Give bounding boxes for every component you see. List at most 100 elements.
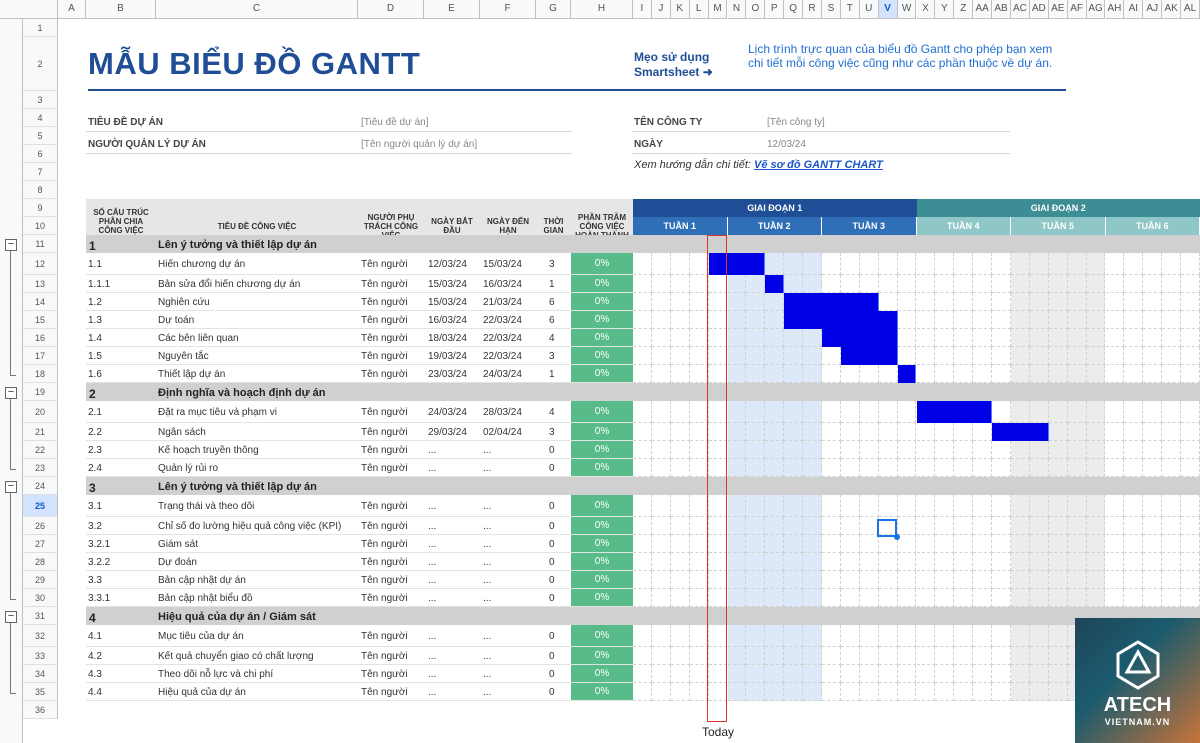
gantt-cell[interactable] (954, 293, 974, 311)
gantt-cell[interactable] (1029, 365, 1049, 383)
gantt-cell[interactable] (897, 535, 917, 553)
gantt-cell[interactable] (1124, 253, 1144, 275)
gantt-cell[interactable] (727, 401, 747, 423)
duration-cell[interactable]: 6 (549, 297, 555, 308)
gantt-cell[interactable] (746, 683, 766, 701)
gantt-cell[interactable] (1086, 423, 1106, 441)
duration-cell[interactable]: 3 (549, 427, 555, 438)
owner-cell[interactable]: Tên người (361, 463, 408, 474)
gantt-bar[interactable] (916, 401, 993, 423)
gantt-cell[interactable] (1048, 647, 1068, 665)
due-date-cell[interactable]: 28/03/24 (483, 407, 522, 418)
gantt-cell[interactable] (670, 423, 690, 441)
gantt-cell[interactable] (1086, 589, 1106, 607)
gantt-cell[interactable] (935, 275, 955, 293)
wbs-cell[interactable]: 3.2.2 (88, 557, 110, 568)
gantt-cell[interactable] (633, 459, 652, 477)
gantt-cell[interactable] (803, 275, 822, 293)
gantt-guide-link[interactable]: Vẽ sơ đồ GANTT CHART (754, 159, 883, 171)
gantt-cell[interactable] (803, 553, 822, 571)
gantt-cell[interactable] (670, 365, 690, 383)
gantt-cell[interactable] (689, 535, 709, 553)
gantt-cell[interactable] (1086, 517, 1106, 535)
gantt-cell[interactable] (727, 293, 747, 311)
gantt-cell[interactable] (897, 459, 917, 477)
gantt-cell[interactable] (1086, 347, 1106, 365)
gantt-cell[interactable] (1086, 535, 1106, 553)
gantt-cell[interactable] (1105, 517, 1125, 535)
gantt-cell[interactable] (670, 625, 690, 647)
row-header-9[interactable]: 9 (23, 199, 58, 217)
gantt-cell[interactable] (954, 441, 974, 459)
gantt-cell[interactable] (1124, 459, 1144, 477)
gantt-cell[interactable] (633, 311, 652, 329)
gantt-cell[interactable] (765, 589, 785, 607)
owner-cell[interactable]: Tên người (361, 669, 408, 680)
gantt-cell[interactable] (651, 329, 671, 347)
gantt-cell[interactable] (840, 553, 860, 571)
gantt-cell[interactable] (992, 571, 1011, 589)
gantt-cell[interactable] (746, 347, 766, 365)
start-date-cell[interactable]: ... (428, 539, 436, 550)
owner-cell[interactable]: Tên người (361, 259, 408, 270)
duration-cell[interactable]: 0 (549, 651, 555, 662)
gantt-cell[interactable] (1048, 665, 1068, 683)
gantt-cell[interactable] (689, 495, 709, 517)
company-field[interactable]: [Tên công ty] (767, 117, 825, 128)
gantt-cell[interactable] (1011, 571, 1030, 589)
gantt-cell[interactable] (651, 401, 671, 423)
gantt-cell[interactable] (651, 347, 671, 365)
gantt-cell[interactable] (1124, 347, 1144, 365)
task-title-cell[interactable]: Nghiên cứu (158, 297, 210, 308)
gantt-cell[interactable] (859, 401, 879, 423)
gantt-cell[interactable] (954, 329, 974, 347)
owner-cell[interactable]: Tên người (361, 575, 408, 586)
gantt-cell[interactable] (992, 625, 1011, 647)
column-header-af[interactable]: AF (1067, 0, 1087, 19)
gantt-cell[interactable] (954, 423, 974, 441)
gantt-cell[interactable] (840, 365, 860, 383)
gantt-cell[interactable] (878, 683, 898, 701)
gantt-cell[interactable] (1181, 311, 1200, 329)
gantt-cell[interactable] (973, 441, 993, 459)
gantt-cell[interactable] (727, 365, 747, 383)
duration-cell[interactable]: 0 (549, 501, 555, 512)
gantt-cell[interactable] (916, 683, 936, 701)
gantt-cell[interactable] (1067, 365, 1087, 383)
gantt-cell[interactable] (1011, 365, 1030, 383)
gantt-cell[interactable] (1124, 275, 1144, 293)
gantt-cell[interactable] (1143, 275, 1163, 293)
gantt-cell[interactable] (1048, 589, 1068, 607)
gantt-cell[interactable] (765, 423, 785, 441)
gantt-cell[interactable] (633, 293, 652, 311)
owner-cell[interactable]: Tên người (361, 333, 408, 344)
due-date-cell[interactable]: 02/04/24 (483, 427, 522, 438)
wbs-cell[interactable]: 4.1 (88, 631, 102, 642)
gantt-cell[interactable] (1029, 311, 1049, 329)
task-title-cell[interactable]: Bản sửa đổi hiến chương dự án (158, 279, 300, 290)
task-title-cell[interactable]: Nguyên tắc (158, 351, 209, 362)
gantt-cell[interactable] (935, 311, 955, 329)
column-header-ag[interactable]: AG (1086, 0, 1106, 19)
gantt-cell[interactable] (765, 311, 785, 329)
gantt-cell[interactable] (1124, 495, 1144, 517)
gantt-cell[interactable] (840, 683, 860, 701)
gantt-cell[interactable] (765, 293, 785, 311)
gantt-cell[interactable] (803, 365, 822, 383)
gantt-cell[interactable] (765, 441, 785, 459)
gantt-cell[interactable] (973, 517, 993, 535)
gantt-cell[interactable] (689, 423, 709, 441)
gantt-cell[interactable] (916, 275, 936, 293)
gantt-cell[interactable] (840, 589, 860, 607)
column-header-aj[interactable]: AJ (1143, 0, 1163, 19)
column-header-y[interactable]: Y (935, 0, 955, 19)
gantt-cell[interactable] (1029, 293, 1049, 311)
gantt-cell[interactable] (746, 647, 766, 665)
gantt-cell[interactable] (992, 553, 1011, 571)
gantt-cell[interactable] (689, 589, 709, 607)
percent-complete-cell[interactable]: 0% (571, 535, 633, 553)
start-date-cell[interactable]: ... (428, 575, 436, 586)
start-date-cell[interactable]: ... (428, 669, 436, 680)
due-date-cell[interactable]: ... (483, 463, 491, 474)
percent-complete-cell[interactable]: 0% (571, 625, 633, 647)
